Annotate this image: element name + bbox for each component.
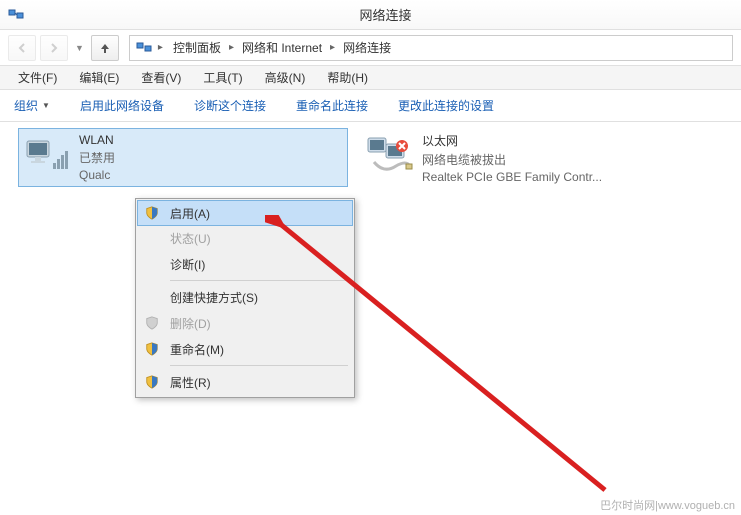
adapters-pane: WLAN 已禁用 Qualc 以太网 网络电缆被拔出 Realtek PCIe … [0, 122, 741, 497]
adapter-detail: Realtek PCIe GBE Family Contr... [422, 170, 602, 184]
recent-chevron[interactable]: ▼ [72, 43, 87, 53]
crumb-control-panel[interactable]: 控制面板 [169, 37, 225, 58]
shield-icon [144, 315, 160, 331]
ctx-diagnose-label: 诊断(I) [170, 256, 205, 273]
address-bar[interactable]: ▸ 控制面板 ▸ 网络和 Internet ▸ 网络连接 [129, 35, 733, 61]
network-connections-icon [136, 40, 152, 56]
watermark: 巴尔时尚网|www.vogueb.cn [600, 497, 735, 513]
menu-tools[interactable]: 工具(T) [193, 66, 252, 89]
ctx-enable[interactable]: 启用(A) [137, 200, 353, 226]
chevron-right-icon: ▸ [330, 42, 335, 53]
window-title: 网络连接 [30, 5, 741, 24]
menu-help[interactable]: 帮助(H) [317, 66, 378, 89]
context-menu: 启用(A) 状态(U) 诊断(I) 创建快捷方式(S) 删除(D) 重命名(M)… [135, 198, 355, 398]
ctx-diagnose[interactable]: 诊断(I) [138, 251, 352, 277]
ctx-status-label: 状态(U) [170, 230, 211, 247]
adapter-status: 网络电缆被拔出 [422, 151, 602, 168]
menu-edit[interactable]: 编辑(E) [69, 66, 129, 89]
organize-label: 组织 [14, 97, 38, 114]
chevron-down-icon: ▼ [42, 101, 50, 110]
forward-button[interactable] [40, 35, 68, 61]
crumb-network-connections[interactable]: 网络连接 [339, 37, 395, 58]
menu-file[interactable]: 文件(F) [8, 66, 67, 89]
chevron-right-icon: ▸ [229, 42, 234, 53]
separator [170, 280, 348, 281]
menu-bar: 文件(F) 编辑(E) 查看(V) 工具(T) 高级(N) 帮助(H) [0, 66, 741, 90]
menu-advanced[interactable]: 高级(N) [255, 66, 316, 89]
ctx-properties-label: 属性(R) [170, 374, 211, 391]
adapter-detail: Qualc [79, 168, 115, 182]
ctx-status: 状态(U) [138, 225, 352, 251]
shield-icon [144, 341, 160, 357]
app-icon [8, 7, 24, 23]
adapter-ethernet[interactable]: 以太网 网络电缆被拔出 Realtek PCIe GBE Family Cont… [362, 128, 692, 188]
command-bar: 组织 ▼ 启用此网络设备 诊断这个连接 重命名此连接 更改此连接的设置 [0, 90, 741, 122]
ctx-create-shortcut[interactable]: 创建快捷方式(S) [138, 284, 352, 310]
ctx-rename[interactable]: 重命名(M) [138, 336, 352, 362]
separator [170, 365, 348, 366]
up-button[interactable] [91, 35, 119, 61]
ctx-shortcut-label: 创建快捷方式(S) [170, 289, 258, 306]
ctx-delete-label: 删除(D) [170, 315, 211, 332]
rename-connection-button[interactable]: 重命名此连接 [290, 93, 374, 118]
adapter-wlan[interactable]: WLAN 已禁用 Qualc [18, 128, 348, 187]
crumb-network-internet[interactable]: 网络和 Internet [238, 37, 326, 58]
menu-view[interactable]: 查看(V) [131, 66, 191, 89]
ctx-enable-label: 启用(A) [170, 205, 210, 222]
enable-device-button[interactable]: 启用此网络设备 [74, 93, 170, 118]
organize-button[interactable]: 组织 ▼ [8, 93, 56, 118]
ethernet-adapter-icon [366, 132, 414, 180]
nav-bar: ▼ ▸ 控制面板 ▸ 网络和 Internet ▸ 网络连接 [0, 30, 741, 66]
diagnose-button[interactable]: 诊断这个连接 [188, 93, 272, 118]
shield-icon [144, 205, 160, 221]
shield-icon [144, 374, 160, 390]
back-button[interactable] [8, 35, 36, 61]
chevron-right-icon[interactable]: ▸ [158, 42, 163, 53]
ctx-rename-label: 重命名(M) [170, 341, 224, 358]
title-bar: 网络连接 [0, 0, 741, 30]
change-settings-button[interactable]: 更改此连接的设置 [392, 93, 500, 118]
adapter-name: 以太网 [422, 132, 602, 149]
ctx-properties[interactable]: 属性(R) [138, 369, 352, 395]
breadcrumb: 控制面板 ▸ 网络和 Internet ▸ 网络连接 [169, 37, 395, 58]
wlan-adapter-icon [23, 133, 71, 181]
adapter-status: 已禁用 [79, 149, 115, 166]
adapter-name: WLAN [79, 133, 115, 147]
ctx-delete: 删除(D) [138, 310, 352, 336]
